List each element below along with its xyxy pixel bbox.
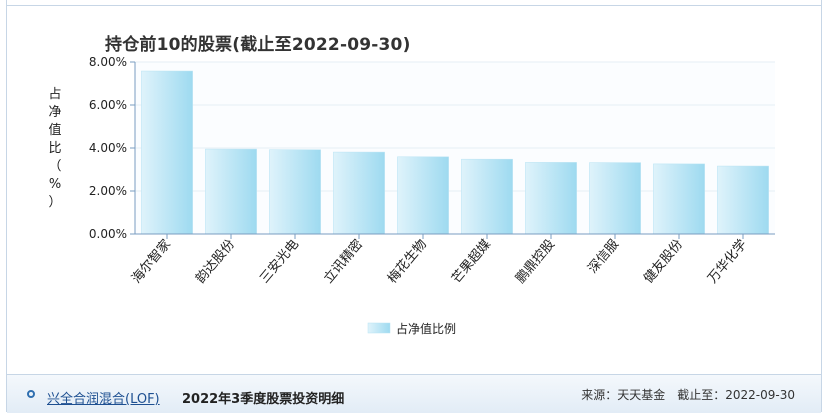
y-tick-label: 0.00% — [89, 227, 127, 241]
bar-chart: 0.00% 2.00% 4.00% 6.00% 8.00% 海尔智家 韵达股份 三安光电 立讯精… — [89, 55, 775, 336]
circle-bullet-icon — [27, 390, 35, 398]
y-tick-label: 6.00% — [89, 98, 127, 112]
x-tick-label: 深信服 — [585, 237, 622, 277]
bar[interactable] — [141, 70, 193, 235]
bar[interactable] — [397, 156, 449, 235]
x-tick-label: 健友股份 — [640, 236, 686, 286]
y-tick-label: 8.00% — [89, 55, 127, 69]
fund-info-bar: 兴全合润混合(LOF) 2022年3季度股票投资明细 来源：天天基金 截止至：2… — [7, 374, 821, 413]
x-tick-label: 海尔智家 — [128, 236, 174, 286]
fund-name-link[interactable]: 兴全合润混合(LOF) — [47, 388, 160, 407]
x-tick-label: 三安光电 — [257, 237, 302, 286]
x-tick-label: 鹏鼎控股 — [513, 237, 558, 286]
bar[interactable] — [653, 163, 705, 235]
y-tick-label: 2.00% — [89, 184, 127, 198]
bar[interactable] — [717, 165, 769, 235]
bar[interactable] — [269, 149, 321, 235]
x-tick-label: 芒果超媒 — [448, 236, 494, 286]
bar[interactable] — [589, 162, 641, 235]
x-tick-label: 韵达股份 — [193, 237, 238, 286]
y-tick-label: 4.00% — [89, 141, 127, 155]
bar[interactable] — [205, 148, 257, 235]
x-tick-label: 万华化学 — [704, 236, 750, 286]
source-info: 来源：天天基金 截止至：2022-09-30 — [581, 388, 795, 402]
x-tick-label: 立讯精密 — [320, 236, 366, 286]
bar[interactable] — [525, 162, 577, 235]
bar[interactable] — [333, 151, 385, 235]
legend-label[interactable]: 占净值比例 — [396, 321, 456, 336]
x-tick-label: 梅花生物 — [384, 236, 430, 286]
legend-swatch — [367, 322, 391, 334]
quarter-title: 2022年3季度股票投资明细 — [182, 392, 345, 407]
bar[interactable] — [461, 158, 513, 235]
